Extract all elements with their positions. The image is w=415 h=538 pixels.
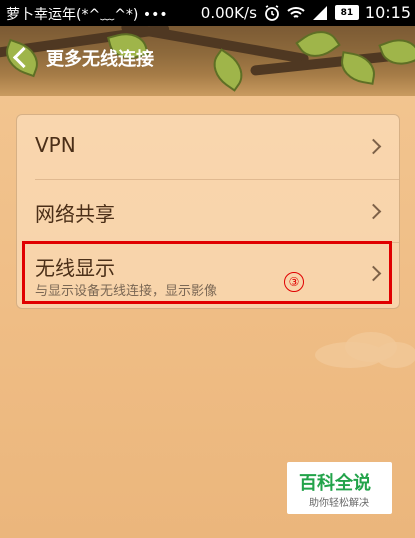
settings-row-network-sharing[interactable]: 网络共享: [17, 180, 399, 242]
settings-row-vpn[interactable]: VPN: [17, 115, 399, 177]
status-bar: 萝卜幸运年(*^﹏^*) ••• 0.00K/s 81 10:15: [0, 0, 415, 26]
alarm-clock-icon: [263, 4, 281, 22]
settings-row-label: 网络共享: [35, 202, 115, 226]
watermark-badge: 百科全说 助你轻松解决: [287, 462, 392, 514]
wifi-icon: [287, 4, 305, 22]
status-icons: 0.00K/s 81 10:15: [201, 3, 411, 22]
leaf-decoration: [378, 32, 415, 72]
step-marker: ③: [284, 272, 304, 292]
chevron-right-icon: [365, 203, 382, 220]
leaf-decoration: [205, 48, 251, 92]
signal-icon: [311, 4, 329, 22]
watermark-subtitle: 助你轻松解决: [309, 498, 369, 509]
settings-row-label: VPN: [35, 133, 76, 157]
page-title: 更多无线连接: [46, 49, 154, 70]
header-bar: 更多无线连接: [0, 26, 415, 96]
clock-time: 10:15: [364, 3, 411, 22]
highlight-box: [22, 241, 392, 304]
battery-icon: 81: [334, 5, 359, 20]
carrier-name: 萝卜幸运年(*^﹏^*) •••: [6, 7, 168, 23]
chevron-right-icon: [365, 138, 382, 155]
watermark-title: 百科全说: [299, 473, 371, 494]
network-speed: 0.00K/s: [200, 3, 257, 22]
cloud-decoration: [375, 342, 415, 368]
